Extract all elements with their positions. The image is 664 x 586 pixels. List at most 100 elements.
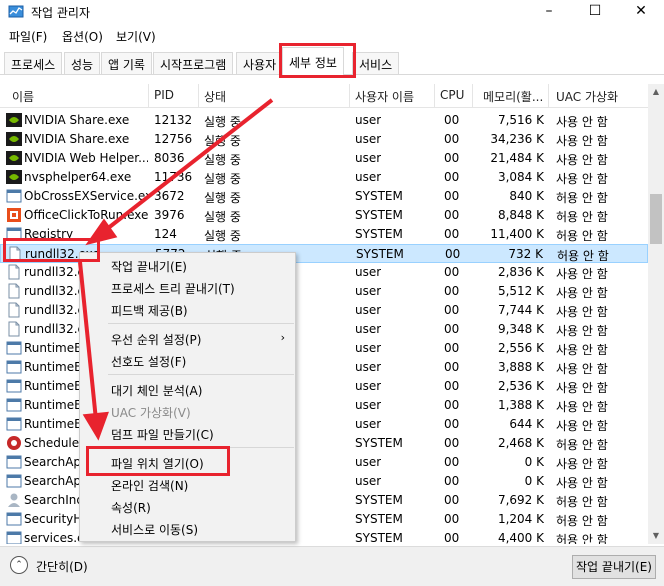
service-icon [6,359,22,375]
process-memory: 1,204 K [497,512,544,526]
process-name: ObCrossEXService.exe [24,189,148,203]
end-task-button[interactable]: 작업 끝내기(E) [572,555,656,579]
window-title: 작업 관리자 [31,6,91,20]
process-user: user [355,113,382,127]
process-uac: 사용 안 함 [556,115,608,129]
process-user: SYSTEM [355,189,403,203]
context-menu: 작업 끝내기(E) 프로세스 트리 끝내기(T) 피드백 제공(B) 우선 순위… [79,252,296,542]
ctx-end-process-tree[interactable]: 프로세스 트리 끝내기(T) [111,280,235,297]
file-icon [6,302,22,318]
table-row[interactable]: NVIDIA Share.exe 12132 실행 중 user 00 7,516 K 사용… [0,111,648,130]
process-cpu: 00 [444,436,460,450]
close-button[interactable]: ✕ [618,0,664,24]
menu-file[interactable]: 파일(F) [9,28,47,45]
tab-app-history[interactable]: 앱 기록 [101,52,152,74]
column-name[interactable]: 이름 [12,88,34,105]
process-user: user [355,170,382,184]
column-uac[interactable]: UAC 가상화 [556,88,618,105]
column-status[interactable]: 상태 [204,88,226,105]
process-uac: 사용 안 함 [556,400,608,414]
process-pid: 11736 [154,170,193,184]
menu-view[interactable]: 보기(V) [116,28,156,45]
process-status: 실행 중 [204,153,241,167]
table-row[interactable]: NVIDIA Share.exe 12756 실행 중 user 00 34,236 K 사… [0,130,648,149]
scheduler-icon [6,435,22,451]
tab-processes[interactable]: 프로세스 [4,52,63,74]
maximize-button[interactable]: ☐ [572,0,618,24]
column-pid[interactable]: PID [154,88,174,102]
process-cpu: 00 [444,455,460,469]
process-memory: 644 K [509,417,544,431]
column-cpu[interactable]: CPU [440,88,464,102]
service-icon [6,511,22,527]
process-cpu: 00 [444,170,460,184]
process-memory: 2,556 K [497,341,544,355]
process-memory: 5,512 K [497,284,544,298]
service-icon [6,188,22,204]
tab-startup[interactable]: 시작프로그램 [153,52,234,74]
process-status: 실행 중 [204,115,241,129]
process-memory: 840 K [509,189,544,203]
process-status: 실행 중 [204,172,241,186]
ctx-go-to-services[interactable]: 서비스로 이동(S) [111,521,198,538]
ctx-create-dump-file[interactable]: 덤프 파일 만들기(C) [111,426,214,443]
process-uac: 사용 안 함 [556,305,608,319]
process-user: SYSTEM [355,436,403,450]
process-name: OfficeClickToRun.exe [24,208,148,222]
service-icon [6,530,22,544]
process-cpu: 00 [444,265,460,279]
column-username[interactable]: 사용자 이름 [355,88,414,105]
table-row[interactable]: nvsphelper64.exe 11736 실행 중 user 00 3,084 K 사용… [0,168,648,187]
ctx-set-affinity[interactable]: 선호도 설정(F) [111,353,186,370]
menu-options[interactable]: 옵션(O) [62,28,103,45]
table-row[interactable]: ObCrossEXService.exe 3672 실행 중 SYSTEM 00 840 … [0,187,648,206]
ctx-search-online[interactable]: 온라인 검색(N) [111,477,188,494]
scroll-down-icon[interactable]: ▼ [648,528,664,544]
process-user: SYSTEM [355,531,403,544]
process-cpu: 00 [444,512,460,526]
vertical-scrollbar[interactable]: ▲ ▼ [648,84,664,544]
process-cpu: 00 [444,113,460,127]
highlight-box-selected-row [3,238,100,262]
tab-performance[interactable]: 성능 [64,52,101,74]
process-user: SYSTEM [355,493,403,507]
process-user: user [355,151,382,165]
process-uac: 사용 안 함 [556,267,608,281]
ctx-set-priority[interactable]: 우선 순위 설정(P) [111,331,201,348]
scroll-up-icon[interactable]: ▲ [648,84,664,100]
process-uac: 사용 안 함 [556,476,608,490]
process-uac: 사용 안 함 [556,172,608,186]
process-cpu: 00 [444,379,460,393]
table-row[interactable]: NVIDIA Web Helper.... 8036 실행 중 user 00 21,48… [0,149,648,168]
process-user: user [355,341,382,355]
process-user: user [355,417,382,431]
process-user: SYSTEM [355,512,403,526]
ctx-end-task[interactable]: 작업 끝내기(E) [111,258,187,275]
search-indexer-icon [6,492,22,508]
process-user: user [355,132,382,146]
process-user: user [355,474,382,488]
process-user: SYSTEM [355,227,403,241]
process-cpu: 00 [444,417,460,431]
tab-services[interactable]: 서비스 [352,52,400,74]
table-row[interactable]: OfficeClickToRun.exe 3976 실행 중 SYSTEM 00 8,84… [0,206,648,225]
ctx-properties[interactable]: 속성(R) [111,499,151,516]
fewer-details-link[interactable]: 간단히(D) [36,558,88,575]
process-cpu: 00 [444,132,460,146]
process-pid: 3672 [154,189,185,203]
process-memory: 3,888 K [497,360,544,374]
process-pid: 8036 [154,151,185,165]
tab-users[interactable]: 사용자 [236,52,280,74]
process-memory: 7,516 K [497,113,544,127]
bottom-bar: ⌃ 간단히(D) 작업 끝내기(E) [0,546,664,586]
scroll-thumb[interactable] [650,194,662,244]
process-user: user [355,398,382,412]
ctx-provide-feedback[interactable]: 피드백 제공(B) [111,302,188,319]
process-cpu: 00 [444,227,460,241]
service-icon [6,454,22,470]
minimize-button[interactable]: – [526,0,572,24]
column-memory[interactable]: 메모리(활... [483,88,543,105]
process-user: user [355,303,382,317]
ctx-analyze-wait-chain[interactable]: 대기 체인 분석(A) [111,382,202,399]
chevron-up-icon[interactable]: ⌃ [10,556,28,574]
